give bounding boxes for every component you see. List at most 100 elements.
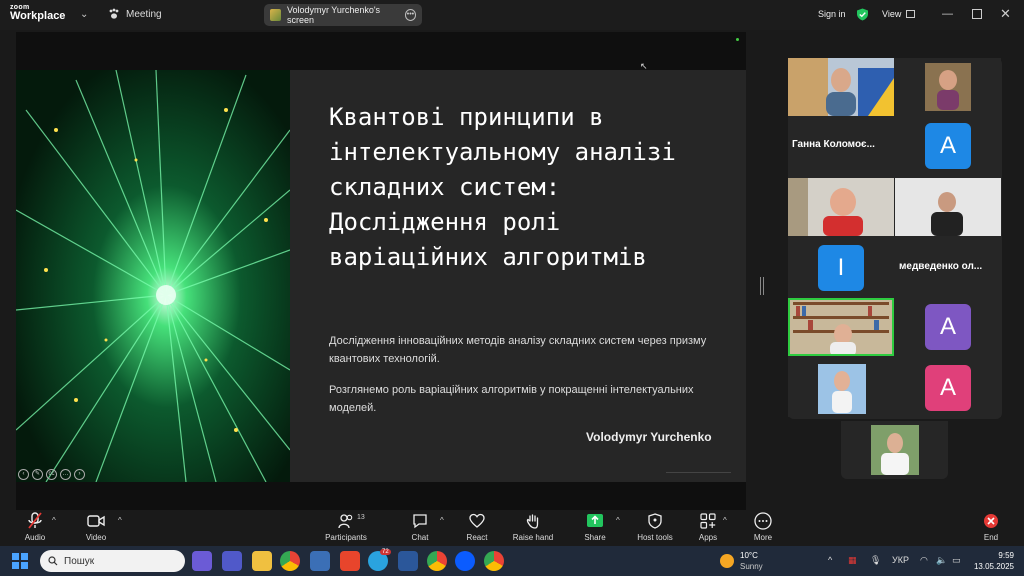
close-icon[interactable]: ✕ <box>1000 6 1011 22</box>
participant-video-tile[interactable] <box>895 178 1001 236</box>
participant-name-tile[interactable]: медведенко ол... <box>895 239 1001 297</box>
meeting-info-button[interactable]: Meeting <box>108 8 162 20</box>
share-options-caret[interactable]: ^ <box>616 516 620 525</box>
end-label: End <box>983 533 999 542</box>
audio-button[interactable]: Audio <box>5 512 65 542</box>
minimize-icon[interactable]: — <box>942 8 953 20</box>
participants-gallery: Ганна Коломоє... A I медведенко ол... A <box>788 58 1002 419</box>
participant-video <box>871 425 919 475</box>
file-explorer-icon[interactable] <box>252 551 272 571</box>
battery-icon[interactable]: ▭ <box>952 555 961 566</box>
avatar: I <box>818 245 864 291</box>
host-tools-button[interactable]: Host tools <box>625 512 685 542</box>
slide-author: Volodymyr Yurchenko <box>586 430 712 444</box>
app-tray-icon[interactable]: ▦ <box>848 555 857 566</box>
resize-handle[interactable] <box>760 277 764 295</box>
recording-dot <box>736 38 739 41</box>
next-slide-icon[interactable]: › <box>74 469 85 480</box>
chevron-up-icon[interactable]: ^ <box>828 555 832 565</box>
chrome-profile-icon[interactable] <box>427 551 447 571</box>
raise-hand-button[interactable]: Raise hand <box>503 512 563 542</box>
participant-video-tile[interactable] <box>788 58 894 116</box>
video-options-caret[interactable]: ^ <box>118 516 122 525</box>
share-screen-icon <box>587 514 603 527</box>
participant-video-tile[interactable] <box>841 421 948 479</box>
pen-icon[interactable]: ✎ <box>32 469 43 480</box>
wps-icon[interactable] <box>340 551 360 571</box>
more-icon[interactable]: … <box>60 469 71 480</box>
shield-icon <box>648 513 662 529</box>
avatar: A <box>925 304 971 350</box>
presentation-slide: Квантові принципи в інтелектуальному ана… <box>16 70 746 482</box>
system-clock[interactable]: 9:59 13.05.2025 <box>970 550 1014 572</box>
participant-video-tile[interactable] <box>895 58 1001 116</box>
chrome-icon[interactable] <box>280 551 300 571</box>
avatar: A <box>925 123 971 169</box>
participant-avatar-tile[interactable]: A <box>895 117 1001 175</box>
more-icon <box>754 512 772 530</box>
weather-widget[interactable]: 10°C Sunny <box>720 550 763 572</box>
participant-name-tile[interactable]: Ганна Коломоє... <box>788 117 894 175</box>
audio-options-caret[interactable]: ^ <box>52 516 56 525</box>
chat-options-caret[interactable]: ^ <box>440 516 444 525</box>
active-speaker-tile[interactable] <box>788 298 894 356</box>
apps-button[interactable]: Apps <box>678 512 738 542</box>
participant-video-tile[interactable] <box>788 359 894 417</box>
participant-avatar-tile[interactable]: I <box>788 239 894 297</box>
clock-time: 9:59 <box>998 551 1014 560</box>
more-button[interactable]: More <box>733 512 793 542</box>
captions-icon[interactable]: cc <box>46 469 57 480</box>
chat-label: Chat <box>411 533 429 542</box>
video-label: Video <box>85 533 107 542</box>
participant-avatar-tile[interactable]: A <box>895 359 1001 417</box>
zoom-icon[interactable] <box>455 551 475 571</box>
apps-options-caret[interactable]: ^ <box>723 516 727 525</box>
volume-icon[interactable]: 🔈 <box>936 555 947 566</box>
meeting-label: Meeting <box>126 8 162 20</box>
participant-video-tile[interactable] <box>788 178 894 236</box>
previous-slide-icon[interactable]: ‹ <box>18 469 29 480</box>
end-call-icon <box>984 514 998 528</box>
screen-share-pill[interactable]: Volodymyr Yurchenko's screen ••• <box>264 4 422 26</box>
sun-icon <box>720 554 734 568</box>
heart-icon <box>469 513 485 528</box>
video-button[interactable]: Video <box>66 512 126 542</box>
sign-in-button[interactable]: Sign in <box>818 9 846 19</box>
save-icon[interactable] <box>310 551 330 571</box>
participant-video <box>788 298 894 356</box>
audio-label: Audio <box>24 533 46 542</box>
end-meeting-button[interactable]: End <box>961 512 1021 542</box>
participants-count: 13 <box>357 514 365 521</box>
search-icon <box>48 556 58 566</box>
copilot-icon[interactable] <box>192 551 212 571</box>
windows-start-icon[interactable] <box>12 553 28 569</box>
participant-video <box>818 364 866 414</box>
microphone-icon[interactable]: 🎙 <box>870 555 881 566</box>
participant-avatar-tile[interactable]: A <box>895 298 1001 356</box>
maximize-icon[interactable] <box>972 9 982 19</box>
teams-icon[interactable] <box>222 551 242 571</box>
language-indicator[interactable]: УКР <box>892 555 909 565</box>
grid-view-icon[interactable] <box>906 10 915 18</box>
raise-hand-label: Raise hand <box>512 533 554 542</box>
more-label: More <box>753 533 773 542</box>
search-placeholder: Пошук <box>64 555 95 567</box>
react-button[interactable]: React <box>447 512 507 542</box>
share-label: Share <box>584 533 606 542</box>
wifi-icon[interactable]: ◠ <box>920 555 928 566</box>
shield-check-icon[interactable] <box>856 8 869 21</box>
chevron-down-icon[interactable]: ⌄ <box>80 9 88 20</box>
logo-line2: Workplace <box>10 10 66 22</box>
slide-progress <box>666 472 731 473</box>
more-options-icon[interactable]: ••• <box>404 9 416 21</box>
participants-button[interactable]: Participants <box>316 512 376 542</box>
host-tools-label: Host tools <box>637 533 673 542</box>
taskbar-search[interactable]: Пошук <box>40 550 185 572</box>
apps-label: Apps <box>698 533 718 542</box>
telegram-badge: 72 <box>380 549 391 555</box>
word-icon[interactable] <box>398 551 418 571</box>
title-bar: zoom Workplace ⌄ Meeting Volodymyr Yurch… <box>0 0 1024 30</box>
weather-temp: 10°C <box>740 551 758 560</box>
chrome-profile-2-icon[interactable] <box>484 551 504 571</box>
view-button[interactable]: View <box>882 9 901 19</box>
